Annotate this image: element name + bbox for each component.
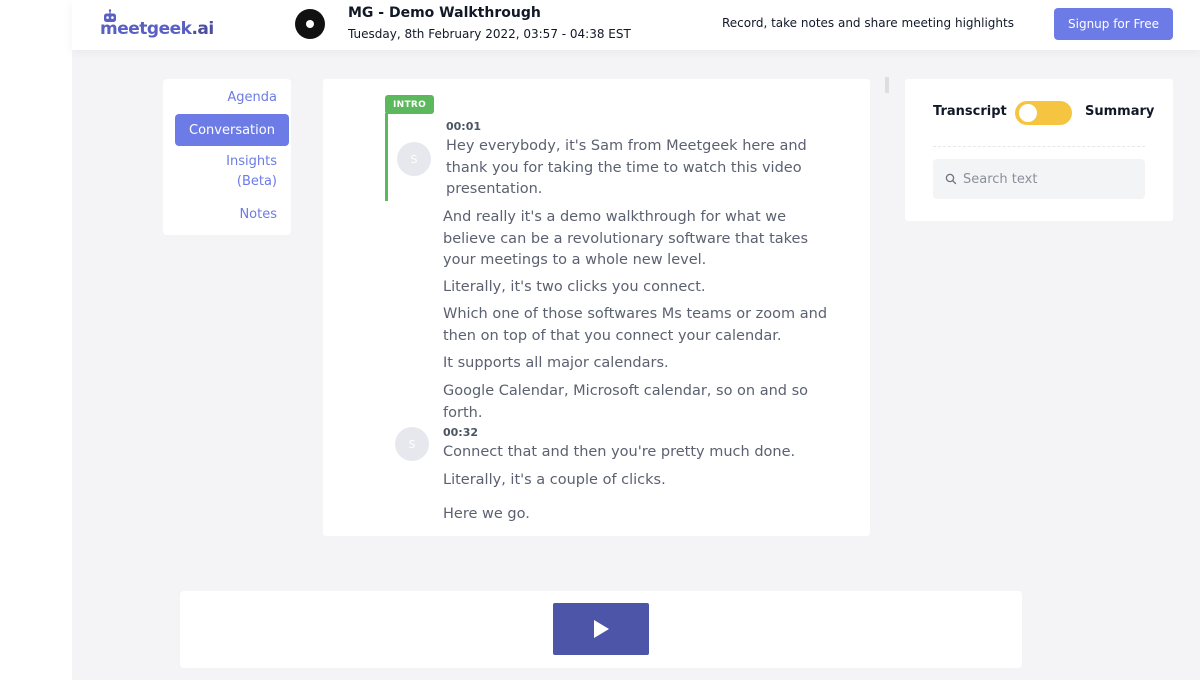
transcript-paragraph[interactable]: Hey everybody, it's Sam from Meetgeek he… bbox=[446, 136, 807, 201]
search-input[interactable] bbox=[963, 159, 1138, 199]
video-player-bar bbox=[180, 591, 1022, 668]
nav-insights[interactable]: Insights (Beta) bbox=[226, 152, 277, 192]
transcript-line: believe can be a revolutionary software … bbox=[443, 230, 809, 247]
transcript-line: Which one of those softwares Ms teams or… bbox=[443, 306, 828, 322]
transcript-line: presentation. bbox=[446, 181, 543, 197]
nav-insights-beta: (Beta) bbox=[236, 174, 277, 189]
meeting-title: MG - Demo Walkthrough bbox=[348, 5, 541, 21]
panel-divider bbox=[933, 146, 1145, 147]
search-box[interactable] bbox=[933, 159, 1145, 199]
transcript-line: forth. bbox=[443, 404, 483, 421]
search-icon bbox=[945, 173, 957, 185]
section-nav: Agenda Conversation Insights (Beta) Note… bbox=[163, 79, 291, 235]
toggle-knob bbox=[1019, 104, 1037, 122]
transcript-summary-toggle[interactable] bbox=[1015, 101, 1072, 125]
nav-agenda[interactable]: Agenda bbox=[227, 88, 277, 108]
timestamp[interactable]: 00:32 bbox=[443, 426, 478, 439]
transcript-paragraph[interactable]: Which one of those softwares Ms teams or… bbox=[443, 304, 827, 347]
transcript-line: It supports all major calendars. bbox=[443, 355, 669, 371]
transcript-paragraph[interactable]: Literally, it's two clicks you connect. bbox=[443, 277, 706, 299]
transcript-line: Google Calendar, Microsoft calendar, so … bbox=[443, 383, 809, 399]
transcript-line: Literally, it's two clicks you connect. bbox=[443, 279, 706, 295]
transcript-line: Literally, it's a couple of clicks. bbox=[443, 472, 666, 488]
transcript-paragraph[interactable]: Connect that and then you're pretty much… bbox=[443, 442, 795, 464]
transcript-line: Connect that and then you're pretty much… bbox=[443, 444, 796, 460]
logo-suffix: .ai bbox=[191, 19, 214, 39]
meeting-date: Tuesday, 8th February 2022, 03:57 - 04:3… bbox=[348, 27, 631, 41]
scrollbar-thumb[interactable] bbox=[885, 77, 889, 93]
nav-conversation[interactable]: Conversation bbox=[175, 114, 289, 146]
transcript-paragraph[interactable]: And really it's a demo walkthrough for w… bbox=[443, 207, 808, 272]
transcript-line: Here we go. bbox=[443, 506, 530, 522]
transcript-paragraph[interactable]: Literally, it's a couple of clicks. bbox=[443, 470, 666, 492]
intro-section-badge: INTRO bbox=[385, 95, 435, 114]
logo-wordmark: meetgeek.ai bbox=[100, 19, 214, 39]
transcript-toggle-label[interactable]: Transcript bbox=[933, 104, 1007, 119]
play-icon bbox=[594, 620, 609, 638]
top-header: meetgeek.ai MG - Demo Walkthrough Tuesda… bbox=[72, 0, 1200, 50]
summary-toggle-label[interactable]: Summary bbox=[1085, 104, 1154, 119]
meetgeek-logo[interactable]: meetgeek.ai bbox=[100, 9, 214, 41]
header-tagline: Record, take notes and share meeting hig… bbox=[722, 16, 1014, 30]
transcript-paragraph[interactable]: Google Calendar, Microsoft calendar, so … bbox=[443, 381, 808, 424]
speaker-avatar: S bbox=[397, 142, 431, 176]
view-options-panel: Transcript Summary bbox=[905, 79, 1173, 221]
speaker-avatar: S bbox=[395, 427, 429, 461]
timestamp[interactable]: 00:01 bbox=[446, 120, 481, 133]
nav-insights-label: Insights bbox=[226, 154, 277, 169]
transcript-paragraph[interactable]: It supports all major calendars. bbox=[443, 353, 669, 375]
transcript-line: thank you for taking the time to watch t… bbox=[446, 159, 802, 176]
play-button[interactable] bbox=[553, 603, 649, 655]
transcript-line: And really it's a demo walkthrough for w… bbox=[443, 209, 787, 225]
transcript-line: Hey everybody, it's Sam from Meetgeek he… bbox=[446, 138, 807, 154]
logo-text: meetgeek bbox=[100, 19, 192, 39]
nav-notes[interactable]: Notes bbox=[239, 205, 277, 225]
app-shell: meetgeek.ai MG - Demo Walkthrough Tuesda… bbox=[72, 0, 1200, 680]
record-icon bbox=[295, 9, 325, 39]
transcript-panel: INTRO S 00:01 Hey everybody, it's Sam fr… bbox=[323, 79, 870, 536]
transcript-line: then on top of that you connect your cal… bbox=[443, 327, 782, 344]
transcript-line: your meetings to a whole new level. bbox=[443, 252, 707, 268]
transcript-paragraph[interactable]: Here we go. bbox=[443, 504, 530, 526]
signup-button[interactable]: Signup for Free bbox=[1054, 8, 1173, 40]
intro-section-bar bbox=[385, 113, 388, 201]
